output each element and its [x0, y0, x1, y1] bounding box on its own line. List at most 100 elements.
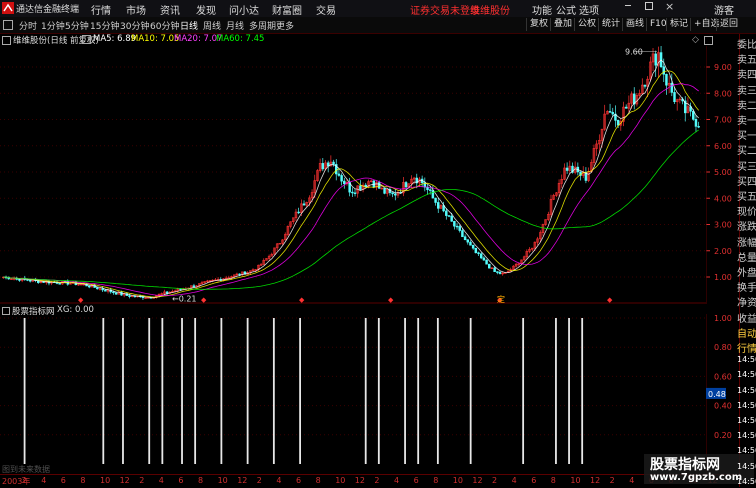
tool-stats[interactable]: 统计 — [598, 18, 623, 31]
tool-overlay[interactable]: 叠加 — [550, 18, 575, 31]
menu-news[interactable]: 资讯 — [160, 2, 180, 17]
signal-bar — [220, 318, 223, 464]
tool-adjust[interactable]: 复权 — [526, 18, 551, 31]
ma5-line — [3, 59, 699, 299]
candle-body — [482, 257, 486, 261]
menu-ask[interactable]: 问小达 — [229, 2, 259, 17]
tool-back[interactable]: 返回 — [716, 18, 741, 31]
candle-body — [692, 110, 695, 120]
event-marker[interactable]: ◆ — [388, 296, 394, 304]
event-marker[interactable]: ◆ — [299, 296, 305, 304]
candle-body — [179, 288, 182, 290]
indicator-chart[interactable] — [0, 314, 706, 474]
candle-body — [394, 193, 397, 196]
side-panel-item: 买一 — [737, 131, 756, 143]
low-annotation: ←0.21 — [172, 295, 197, 304]
price-tick-label: 1.00 — [714, 273, 732, 282]
side-panel-item: 14:50 — [737, 476, 756, 486]
signal-bar — [522, 318, 525, 464]
price-tick-label: 7.00 — [714, 116, 732, 125]
side-panel-item[interactable]: 行情 — [737, 340, 756, 355]
menu-formula[interactable]: 公式 — [556, 2, 576, 17]
side-panel-item: 14:50 — [737, 400, 756, 410]
side-panel-item: 买五 — [737, 192, 756, 203]
high-annotation: 9.60 — [625, 47, 643, 56]
price-chart[interactable]: 9.60←0.21◆ ◆ ◆ ◆ ◆ ◆定 — [0, 46, 706, 304]
tool-rights[interactable]: 公权 — [574, 18, 599, 31]
signal-bar — [246, 318, 249, 464]
expand-icon[interactable]: ◇ — [692, 35, 699, 45]
candle-body — [670, 82, 674, 93]
time-tick-label: 8 — [315, 476, 321, 485]
period-monthly[interactable]: 月线 — [226, 19, 244, 32]
signal-bar — [272, 318, 275, 464]
candle-body — [493, 267, 496, 272]
menu-wealth[interactable]: 财富圈 — [272, 2, 302, 17]
event-marker[interactable]: ◆ — [78, 296, 84, 304]
period-60min[interactable]: 60分钟 — [150, 19, 179, 32]
menu-market[interactable]: 市场 — [126, 2, 146, 17]
candle-body — [498, 271, 502, 274]
period-5min[interactable]: 5分钟 — [65, 19, 89, 32]
price-tick-label: 5.00 — [714, 168, 732, 177]
side-panel-item[interactable]: 自动 — [737, 325, 756, 340]
period-tick[interactable]: 分时 — [19, 19, 37, 32]
period-weekly[interactable]: 周线 — [203, 19, 221, 32]
guest-label[interactable]: 游客 — [714, 2, 734, 17]
signal-bar — [102, 318, 105, 464]
menu-quotes[interactable]: 行情 — [91, 2, 111, 17]
candle-body — [332, 161, 335, 165]
time-tick-label: 10 — [335, 476, 346, 485]
candle-body — [391, 192, 394, 195]
price-tick-label: 4.00 — [714, 194, 732, 203]
window-icon[interactable] — [704, 36, 713, 45]
minimize-icon[interactable] — [625, 5, 631, 6]
signal-bar — [417, 318, 420, 464]
layout-icon[interactable] — [3, 20, 13, 30]
price-tick-label: 8.00 — [714, 89, 732, 98]
ma10-line — [3, 70, 700, 298]
side-panel-item: 委比 — [737, 40, 756, 51]
app-title: 通达信金融终端 — [16, 5, 80, 15]
time-tick-label: 4 — [41, 476, 47, 485]
restore-icon[interactable] — [645, 2, 653, 10]
tool-draw[interactable]: 画线 — [622, 18, 647, 31]
signal-bar — [181, 318, 183, 464]
price-tick-label: 3.00 — [714, 221, 732, 230]
menu-discover[interactable]: 发现 — [196, 2, 216, 17]
candle-body — [96, 287, 99, 290]
close-icon[interactable]: × — [665, 0, 674, 13]
period-15min[interactable]: 15分钟 — [90, 19, 119, 32]
signal-bar — [581, 318, 584, 464]
candle-body — [431, 190, 435, 199]
menu-options[interactable]: 选项 — [579, 2, 599, 17]
ma-toggle-icon[interactable] — [82, 35, 91, 44]
side-panel-item: 买三 — [737, 161, 756, 173]
side-panel-item: 卖二 — [737, 100, 756, 112]
period-1min[interactable]: 1分钟 — [41, 19, 65, 32]
event-marker[interactable]: ◆ — [607, 296, 613, 304]
period-30min[interactable]: 30分钟 — [120, 19, 149, 32]
candle-body — [485, 259, 488, 265]
panel-icon[interactable] — [2, 36, 11, 45]
period-daily[interactable]: 日线 — [180, 19, 198, 32]
ma20-line — [3, 83, 699, 296]
side-panel-item: 14:50 — [737, 431, 756, 441]
menu-function[interactable]: 功能 — [532, 2, 552, 17]
watermark-title: 股票指标网 — [650, 457, 720, 473]
signal-bar — [555, 318, 557, 464]
signal-bar — [469, 318, 472, 464]
menu-trade[interactable]: 交易 — [316, 2, 336, 17]
ding-marker[interactable]: 定 — [497, 294, 505, 304]
stock-name-link[interactable]: 维维股份 — [470, 2, 510, 17]
period-more[interactable]: 更多 — [276, 19, 294, 32]
candle-body — [434, 197, 437, 203]
indicator-tick-label: 0.40 — [714, 402, 732, 411]
tool-mark[interactable]: 标记 — [666, 18, 691, 31]
ma60-value: MA60: 7.45 — [216, 34, 265, 44]
candle-body — [340, 175, 343, 182]
period-multi[interactable]: 多周期 — [249, 19, 276, 32]
event-marker[interactable]: ◆ — [201, 296, 207, 304]
time-tick-label: 12 — [472, 476, 483, 485]
candle-body — [337, 173, 341, 176]
